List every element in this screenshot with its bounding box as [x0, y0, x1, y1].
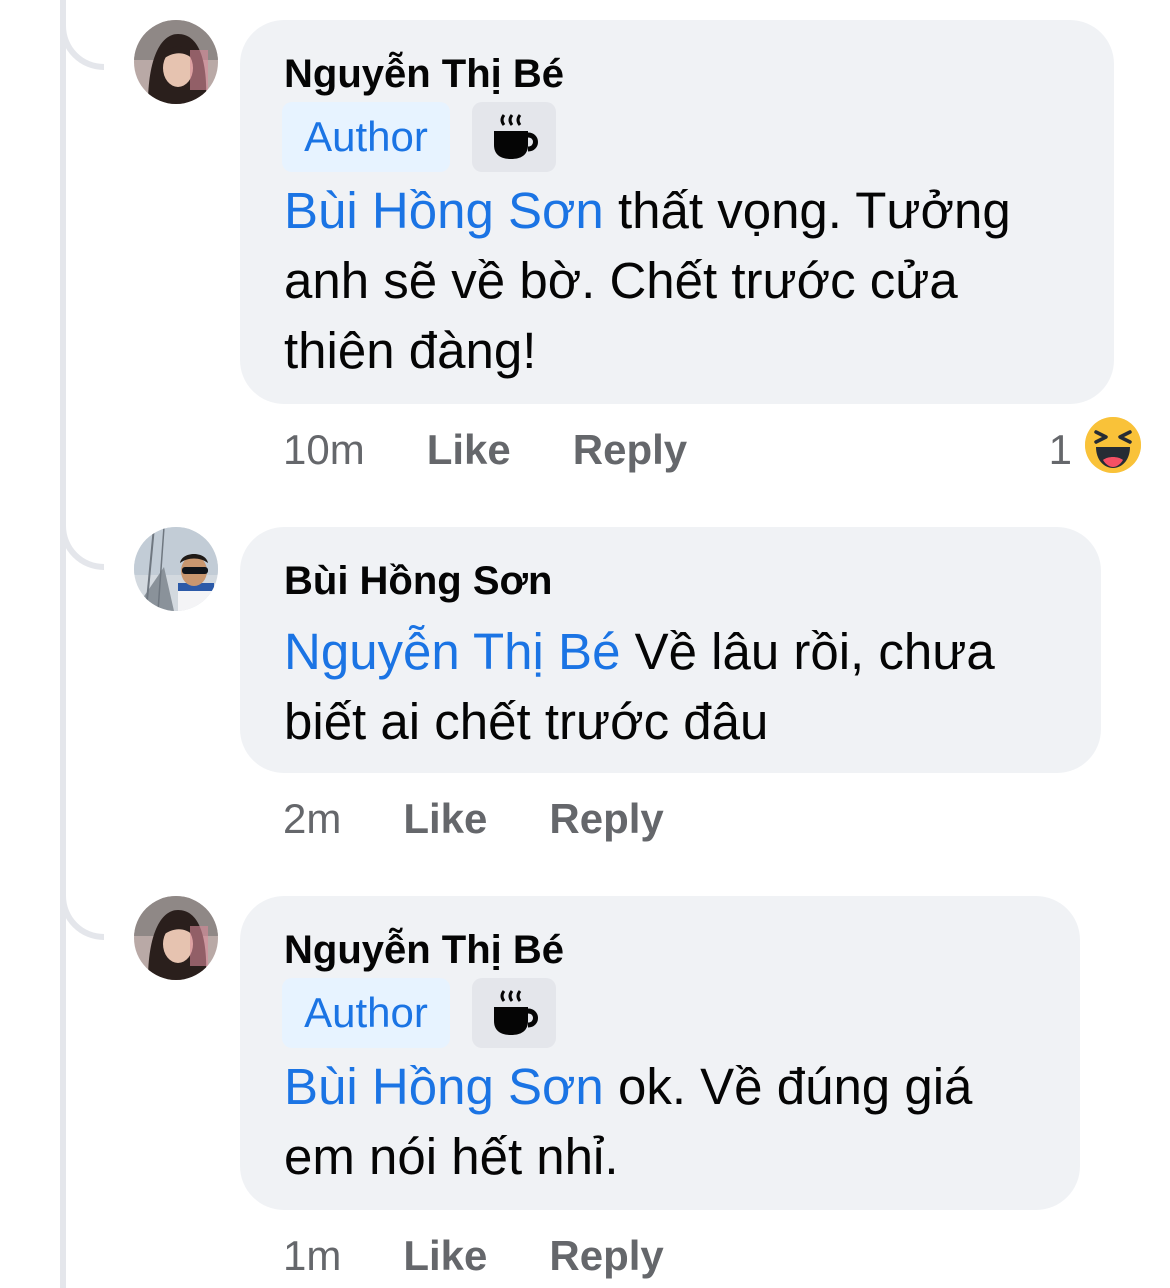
avatar[interactable] [134, 527, 218, 611]
mention-link[interactable]: Bùi Hồng Sơn [284, 182, 604, 239]
comment-text-line: em nói hết nhỉ. [284, 1128, 619, 1185]
comment-text-line: thất vọng. Tưởng [603, 182, 1011, 239]
comment-text-line: anh sẽ về bờ. Chết trước cửa [284, 252, 958, 309]
thread-line [60, 0, 66, 1288]
comment-bubble: Nguyễn Thị Bé Author Bùi Hồng Sơn thất v… [240, 20, 1114, 404]
mention-link[interactable]: Bùi Hồng Sơn [284, 1058, 604, 1115]
reply-button[interactable]: Reply [573, 426, 687, 474]
reply-button[interactable]: Reply [549, 795, 663, 843]
reaction-summary[interactable]: 1 [1049, 416, 1142, 484]
comment-text: Bùi Hồng Sơn thất vọng. Tưởng anh sẽ về … [284, 176, 1084, 386]
comment-author-name[interactable]: Nguyễn Thị Bé [284, 52, 564, 97]
comment-bubble: Bùi Hồng Sơn Nguyễn Thị Bé Về lâu rồi, c… [240, 527, 1101, 773]
thread-connector [60, 870, 104, 940]
comment-text-line: biết ai chết trước đâu [284, 693, 769, 750]
author-badge[interactable]: Author [282, 102, 450, 172]
comment-timestamp[interactable]: 1m [283, 1232, 341, 1280]
comment-author-name[interactable]: Bùi Hồng Sơn [284, 559, 552, 604]
thread-connector [60, 0, 104, 70]
comment-timestamp[interactable]: 10m [283, 426, 365, 474]
like-button[interactable]: Like [403, 1232, 487, 1280]
comment-text-line: ok. Về đúng giá [603, 1058, 973, 1115]
like-button[interactable]: Like [427, 426, 511, 474]
thread-connector [60, 500, 104, 570]
avatar[interactable] [134, 896, 218, 980]
comment-text: Nguyễn Thị Bé Về lâu rồi, chưa biết ai c… [284, 617, 1071, 757]
laughing-face-icon [1084, 416, 1142, 484]
comment-actions: 10m Like Reply [283, 426, 687, 474]
comment-text: Bùi Hồng Sơn ok. Về đúng giá em nói hết … [284, 1052, 1050, 1192]
like-button[interactable]: Like [403, 795, 487, 843]
comment-actions: 2m Like Reply [283, 795, 664, 843]
comment-text-line: thiên đàng! [284, 322, 537, 379]
comment-bubble: Nguyễn Thị Bé Author Bùi Hồng Sơn ok. Về… [240, 896, 1080, 1210]
comment-timestamp[interactable]: 2m [283, 795, 341, 843]
reaction-count: 1 [1048, 426, 1072, 473]
coffee-cup-icon[interactable] [472, 978, 556, 1048]
comment-author-name[interactable]: Nguyễn Thị Bé [284, 928, 564, 973]
comment-actions: 1m Like Reply [283, 1232, 664, 1280]
mention-link[interactable]: Nguyễn Thị Bé [284, 623, 620, 680]
reply-button[interactable]: Reply [549, 1232, 663, 1280]
avatar[interactable] [134, 20, 218, 104]
comment-text-line: Về lâu rồi, chưa [620, 623, 995, 680]
author-badge[interactable]: Author [282, 978, 450, 1048]
coffee-cup-icon[interactable] [472, 102, 556, 172]
